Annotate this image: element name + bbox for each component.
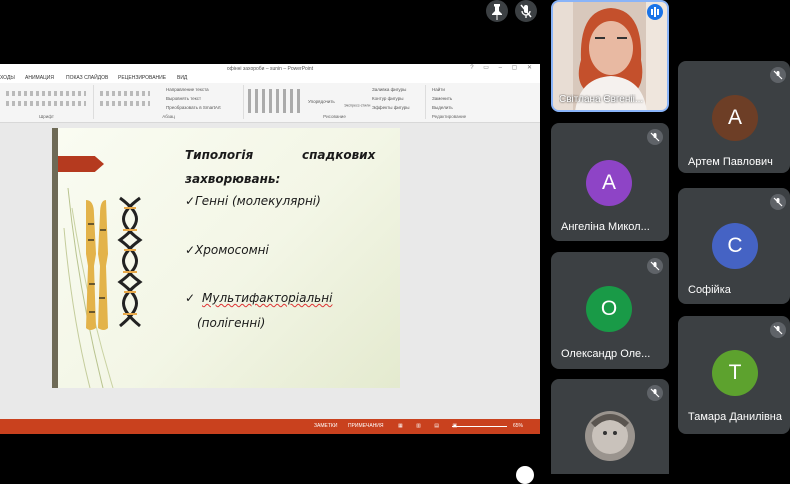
zoom-slider[interactable] [452,426,507,427]
avatar: A [586,160,632,206]
ribbon: Шрифт Направление текста Выровнять текст… [0,83,540,123]
speaking-indicator [647,4,663,20]
participant-name: Ангеліна Микол... [561,221,650,233]
slide-item-multifactorial: Мультифакторіальні [202,291,333,305]
smartart-button[interactable]: Преобразовать в SmartArt [166,105,221,110]
ribbon-tab[interactable]: ХОДЫ [0,75,15,81]
slide[interactable]: Типологія спадкових захворювань: ✓Генні … [52,128,400,388]
slide-canvas: Типологія спадкових захворювань: ✓Генні … [0,123,540,419]
comments-button[interactable]: ПРИМЕЧАНИЯ [348,419,384,434]
ribbon-group-editing: Найти Заменить Выделить Редактирование [426,85,472,119]
ribbon-group-label: Абзац [162,114,175,119]
avatar: O [586,286,632,332]
muted-indicator [770,67,786,83]
participant-photo [585,411,635,461]
muted-indicator [647,385,663,401]
status-bar: ЗАМЕТКИ ПРИМЕЧАНИЯ ▦ ▥ ▤ ▣ 65% [0,419,540,434]
participant-name: Тамара Данилівна [688,411,782,423]
select-button[interactable]: Выделить [432,105,453,110]
mic-off-icon [773,70,783,80]
mic-off-icon [520,4,532,18]
slide-title-line2: захворювань: [185,172,281,186]
participant-tile[interactable]: O Олександр Оле... [551,252,669,369]
ribbon-group-label: Шрифт [39,114,54,119]
slide-item-genic: ✓Генні (молекулярні) [185,194,321,208]
participant-name: Артем Павлович [688,156,773,168]
mute-toggle-button[interactable] [515,0,537,22]
window-controls[interactable]: ? ▭ – ▢ ✕ [470,64,536,71]
ribbon-group-font: Шрифт [0,85,94,119]
ribbon-tab[interactable]: ВИД [177,75,187,81]
participant-tile-video[interactable]: Світлана Євгеніі... [551,0,669,112]
ribbon-group-paragraph: Направление текста Выровнять текст Преоб… [94,85,244,119]
participant-name: Олександр Оле... [561,348,651,360]
participant-tile[interactable] [551,379,669,474]
align-text-button[interactable]: Выровнять текст [166,96,201,101]
pin-icon [492,4,502,20]
avatar: A [712,95,758,141]
arrange-button[interactable]: Упорядочить [308,99,335,104]
bottom-circle-button[interactable] [516,466,534,484]
notes-button[interactable]: ЗАМЕТКИ [314,419,337,434]
shape-fill-button[interactable]: Заливка фигуры [372,87,406,92]
pin-button[interactable] [486,0,508,22]
mic-off-icon [650,261,660,271]
replace-button[interactable]: Заменить [432,96,452,101]
mic-off-icon [650,132,660,142]
text-direction-button[interactable]: Направление текста [166,87,209,92]
shapes-gallery[interactable] [248,89,304,113]
avatar: C [712,223,758,269]
find-button[interactable]: Найти [432,87,445,92]
slide-title-word1: Типологія [185,148,254,162]
slide-title-word2: спадкових [302,148,376,162]
mic-off-icon [773,325,783,335]
chromosome-illustration [86,196,143,330]
muted-indicator [770,322,786,338]
ribbon-group-label: Рисование [323,114,346,119]
shared-screen: офінні захороби – sunin – PowerPoint ? ▭… [0,64,540,434]
slide-item-polygenic: (полігенні) [197,316,266,330]
mic-off-icon [650,388,660,398]
mic-off-icon [773,197,783,207]
ribbon-group-label: Редактирование [431,114,467,119]
participant-tile[interactable]: A Ангеліна Микол... [551,123,669,241]
participant-tile[interactable]: A Артем Павлович [678,61,790,173]
ribbon-group-drawing: Упорядочить Экспресс-стили Заливка фигур… [244,85,426,119]
muted-indicator [647,258,663,274]
shape-effects-button[interactable]: Эффекты фигуры [372,105,410,110]
avatar: T [712,350,758,396]
participant-tile[interactable]: T Тамара Данилівна [678,316,790,434]
muted-indicator [770,194,786,210]
slide-item-chromosomal: ✓Хромосомні [185,243,269,257]
zoom-level: 65% [513,423,524,429]
shape-outline-button[interactable]: Контур фигуры [372,96,403,101]
ribbon-tab[interactable]: АНИМАЦИЯ [25,75,54,81]
slide-item-multifactorial-check: ✓ [185,291,196,305]
audio-level-icon [651,7,659,17]
ribbon-tab[interactable]: РЕЦЕНЗИРОВАНИЕ [118,75,166,81]
window-title: офінні захороби – sunin – PowerPoint [0,64,540,74]
quick-styles-button[interactable]: Экспресс-стили [344,104,370,108]
ribbon-tabs: ХОДЫ АНИМАЦИЯ ПОКАЗ СЛАЙДОВ РЕЦЕНЗИРОВАН… [0,74,540,83]
participant-name: Софійка [688,284,731,296]
muted-indicator [647,129,663,145]
participant-tile[interactable]: C Софійка [678,188,790,304]
participant-name: Світлана Євгеніі... [559,94,644,105]
meeting-stage: офінні захороби – sunin – PowerPoint ? ▭… [0,0,790,484]
ribbon-tab[interactable]: ПОКАЗ СЛАЙДОВ [66,75,108,81]
